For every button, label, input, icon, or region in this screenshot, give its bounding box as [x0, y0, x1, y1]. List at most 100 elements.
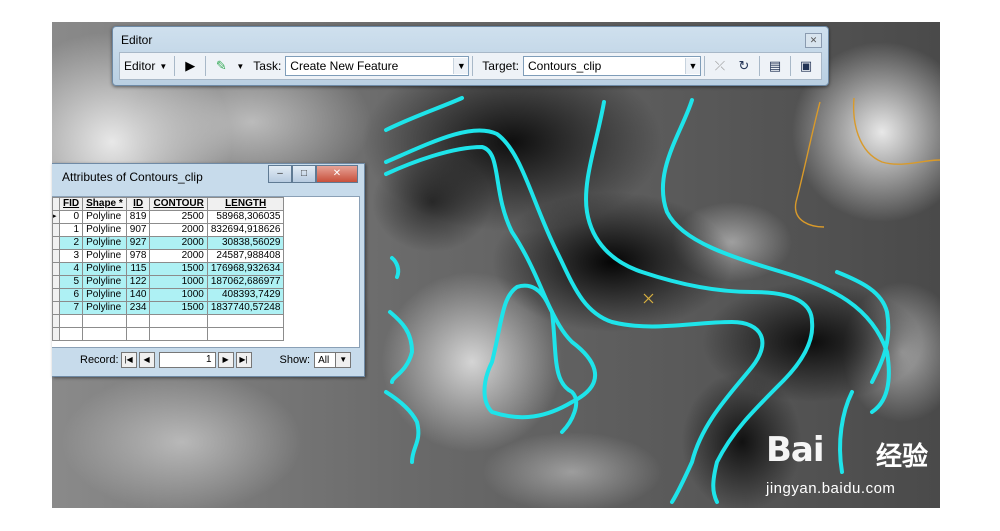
editor-toolbar[interactable]: Editor ✕ Editor ▼ ▶ ✎ ▼ Task: Create New… [112, 26, 829, 86]
column-header[interactable]: FID [58, 197, 84, 211]
table-row[interactable]: 3 Polyline 978 2000 24587,988408 [52, 249, 285, 263]
close-icon[interactable]: ✕ [316, 165, 358, 183]
table-row[interactable]: 6 Polyline 140 1000 408393,7429 [52, 288, 285, 302]
table-cell[interactable]: 58968,306035 [206, 210, 285, 224]
table-cell[interactable]: 1500 [149, 301, 208, 315]
table-cell[interactable]: 6 [58, 288, 84, 302]
table-cell[interactable]: 2000 [149, 223, 208, 237]
table-cell[interactable]: 408393,7429 [206, 288, 285, 302]
table-cell[interactable]: 234 [125, 301, 151, 315]
table-cell[interactable]: Polyline [82, 301, 127, 315]
table-cell[interactable]: 115 [125, 262, 151, 276]
target-value: Contours_clip [527, 59, 602, 73]
toolbar-separator [205, 56, 207, 76]
table-cell[interactable]: 140 [125, 288, 151, 302]
record-navigator: Record: |◀ ◀ 1 ▶ ▶| Show: All ▼ [52, 348, 359, 372]
row-selector[interactable] [52, 236, 60, 250]
next-record-icon[interactable]: ▶ [217, 352, 234, 368]
table-cell[interactable]: 7 [58, 301, 84, 315]
sketch-pencil-icon[interactable]: ✎ [211, 56, 231, 76]
row-selector[interactable] [52, 301, 60, 315]
table-cell[interactable]: 978 [125, 249, 151, 263]
table-cell[interactable]: 1 [58, 223, 84, 237]
table-cell[interactable]: 907 [125, 223, 151, 237]
table-cell[interactable]: 1000 [149, 288, 208, 302]
editor-menu-button[interactable]: Editor ▼ [120, 56, 171, 76]
table-cell[interactable]: 832694,918626 [206, 223, 285, 237]
record-input[interactable]: 1 [158, 352, 216, 368]
table-cell[interactable]: 24587,988408 [206, 249, 285, 263]
task-dropdown[interactable]: Create New Feature ▼ [285, 56, 470, 76]
rotate-icon[interactable]: ↻ [734, 56, 754, 76]
table-cell[interactable]: Polyline [82, 249, 127, 263]
window-controls: – □ ✕ [268, 165, 358, 183]
baidu-watermark: Bai 经验 jingyan.baidu.com [766, 430, 946, 500]
column-header[interactable]: CONTOUR [149, 197, 208, 211]
column-header[interactable]: LENGTH [206, 197, 285, 211]
table-cell[interactable]: Polyline [82, 275, 127, 289]
table-row[interactable]: 5 Polyline 122 1000 187062,686977 [52, 275, 285, 289]
chevron-down-icon: ▼ [453, 58, 469, 74]
column-header[interactable]: Shape * [82, 197, 127, 211]
attributes-icon[interactable]: ▤ [765, 56, 785, 76]
table-row-empty [52, 314, 285, 328]
table-cell[interactable]: 2000 [149, 249, 208, 263]
target-label: Target: [482, 59, 519, 73]
table-cell[interactable]: 5 [58, 275, 84, 289]
table-cell [149, 327, 208, 341]
maximize-icon[interactable]: □ [292, 165, 316, 183]
row-selector[interactable] [52, 223, 60, 237]
table-cell[interactable]: 2500 [149, 210, 208, 224]
table-row[interactable]: 2 Polyline 927 2000 30838,56029 [52, 236, 285, 250]
row-selector[interactable] [52, 262, 60, 276]
previous-record-icon[interactable]: ◀ [138, 352, 155, 368]
table-cell[interactable]: 0 [58, 210, 84, 224]
table-cell [82, 314, 127, 328]
table-cell[interactable]: Polyline [82, 236, 127, 250]
table-row[interactable]: ▸ 0 Polyline 819 2500 58968,306035 [52, 210, 285, 224]
table-cell[interactable]: 3 [58, 249, 84, 263]
close-icon[interactable]: ✕ [805, 33, 822, 48]
attributes-window[interactable]: Attributes of Contours_clip – □ ✕ FID Sha… [52, 163, 365, 377]
table-cell[interactable]: Polyline [82, 210, 127, 224]
table-cell [58, 314, 84, 328]
last-record-icon[interactable]: ▶| [235, 352, 252, 368]
table-cell[interactable]: 1000 [149, 275, 208, 289]
row-selector[interactable]: ▸ [52, 210, 60, 224]
table-cell[interactable]: 122 [125, 275, 151, 289]
target-dropdown[interactable]: Contours_clip ▼ [522, 56, 701, 76]
table-cell[interactable]: 2 [58, 236, 84, 250]
table-cell[interactable]: Polyline [82, 223, 127, 237]
table-header-row: FID Shape * ID CONTOUR LENGTH [52, 197, 285, 211]
first-record-icon[interactable]: |◀ [120, 352, 137, 368]
table-cell[interactable]: 4 [58, 262, 84, 276]
vertex-edit-icon[interactable]: ⤫ [710, 56, 730, 76]
table-cell[interactable]: 819 [125, 210, 151, 224]
chevron-down-icon[interactable]: ▼ [235, 56, 245, 76]
table-cell[interactable]: 187062,686977 [206, 275, 285, 289]
table-cell[interactable]: 176968,932634 [206, 262, 285, 276]
table-cell[interactable]: 2000 [149, 236, 208, 250]
pointer-icon[interactable]: ▶ [180, 56, 200, 76]
table-cell[interactable]: 1500 [149, 262, 208, 276]
table-row[interactable]: 1 Polyline 907 2000 832694,918626 [52, 223, 285, 237]
table-row[interactable]: 4 Polyline 115 1500 176968,932634 [52, 262, 285, 276]
minimize-icon[interactable]: – [268, 165, 292, 183]
table-cell[interactable]: 30838,56029 [206, 236, 285, 250]
sketch-properties-icon[interactable]: ▣ [796, 56, 816, 76]
table-cell[interactable]: 927 [125, 236, 151, 250]
row-selector[interactable] [52, 275, 60, 289]
record-label: Record: [80, 354, 119, 366]
editor-title: Editor [121, 33, 153, 47]
table-cell[interactable]: 1837740,57248 [206, 301, 285, 315]
table-cell [58, 327, 84, 341]
table-row[interactable]: 7 Polyline 234 1500 1837740,57248 [52, 301, 285, 315]
attribute-table[interactable]: FID Shape * ID CONTOUR LENGTH ▸ 0 Polyline 819 2… [52, 196, 360, 348]
column-header[interactable]: ID [125, 197, 151, 211]
table-cell[interactable]: Polyline [82, 262, 127, 276]
table-cell[interactable]: Polyline [82, 288, 127, 302]
row-selector[interactable] [52, 249, 60, 263]
editor-toolbar-bar: Editor ▼ ▶ ✎ ▼ Task: Create New Feature … [119, 52, 822, 80]
show-dropdown[interactable]: All ▼ [314, 352, 352, 368]
row-selector[interactable] [52, 288, 60, 302]
